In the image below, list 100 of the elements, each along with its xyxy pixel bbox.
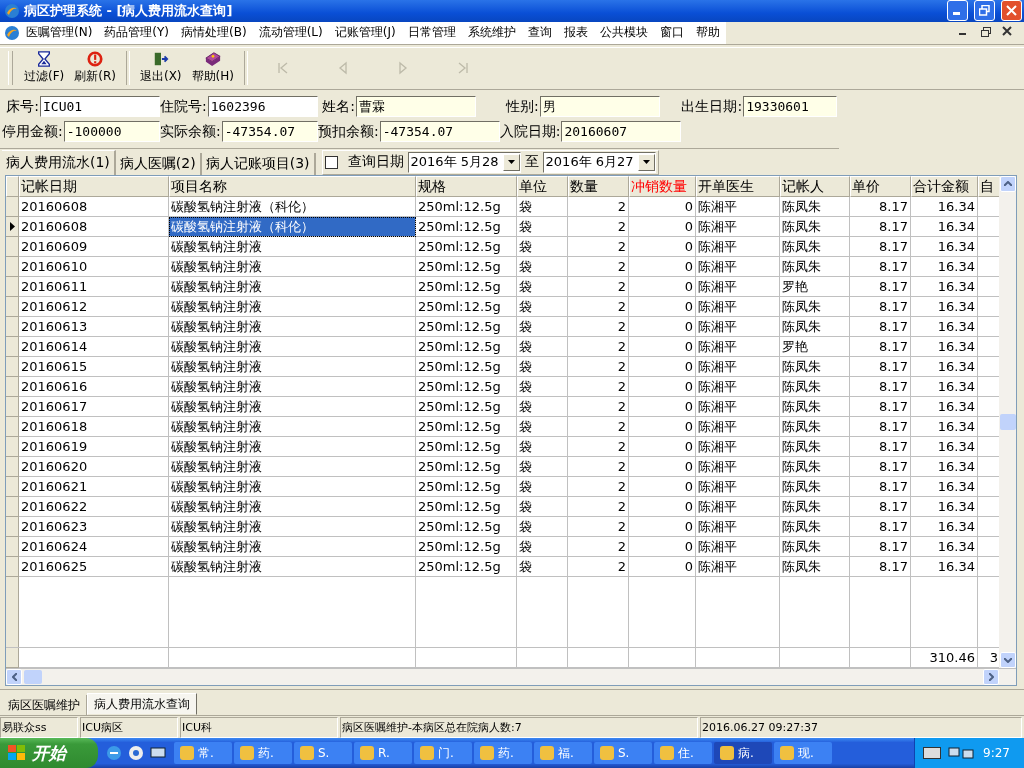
current-row-icon — [9, 221, 15, 231]
table-cell: 陈湘平 — [696, 416, 780, 437]
menu-item[interactable]: 窗口 — [653, 24, 690, 42]
browser-icon[interactable] — [106, 745, 122, 761]
menu-item[interactable]: 查询 — [521, 24, 558, 42]
column-header[interactable]: 记帐日期 — [19, 175, 169, 197]
column-header[interactable]: 单价 — [850, 175, 911, 197]
table-cell: 碳酸氢钠注射液 — [169, 476, 416, 497]
scroll-thumb[interactable] — [999, 413, 1016, 430]
table-cell: 16.34 — [911, 456, 978, 477]
menu-item[interactable]: 帮助 — [689, 24, 726, 42]
table-cell: 250ml:12.5g — [416, 456, 517, 477]
table-cell: 碳酸氢钠注射液（科伦） — [169, 216, 416, 237]
vertical-scrollbar[interactable] — [999, 175, 1016, 668]
table-cell: 0 — [629, 456, 696, 477]
field-label: 床号: — [6, 97, 40, 116]
tab[interactable]: 病人费用流水(1) — [2, 149, 116, 175]
table-cell: 8.17 — [850, 196, 911, 217]
table-cell: 陈凤朱 — [780, 516, 850, 537]
taskbar-button[interactable]: R. — [354, 742, 412, 764]
table-cell: 陈凤朱 — [780, 436, 850, 457]
table-cell: 陈湘平 — [696, 236, 780, 257]
taskbar-button[interactable]: 住. — [654, 742, 712, 764]
taskbar-button[interactable]: 现. — [774, 742, 832, 764]
field-label: 预扣余额: — [318, 122, 380, 141]
date-picker[interactable]: 2016年 6月27 — [542, 151, 656, 173]
table-cell: 陈湘平 — [696, 336, 780, 357]
table-cell: 250ml:12.5g — [416, 196, 517, 217]
column-header[interactable]: 合计金额 — [911, 175, 978, 197]
table-cell: 陈凤朱 — [780, 476, 850, 497]
table-cell: 16.34 — [911, 396, 978, 417]
exit-button[interactable]: 退出(X) — [136, 49, 185, 88]
table-cell: 0 — [629, 316, 696, 337]
taskbar-button[interactable]: S. — [594, 742, 652, 764]
table-cell: 16.34 — [911, 536, 978, 557]
table-cell: 8.17 — [850, 536, 911, 557]
menu-item[interactable]: 系统维护 — [461, 24, 522, 42]
table-cell: 袋 — [517, 276, 568, 297]
taskbar-button[interactable]: 福. — [534, 742, 592, 764]
menu-item[interactable]: 公共模块 — [593, 24, 654, 42]
window-tab[interactable]: 病人费用流水查询 — [87, 693, 197, 715]
menu-item[interactable]: 药品管理(Y) — [98, 24, 176, 42]
horizontal-scrollbar[interactable] — [6, 668, 1016, 685]
desktop-icon[interactable] — [150, 745, 166, 761]
table-cell: 250ml:12.5g — [416, 556, 517, 577]
table-cell: 碳酸氢钠注射液 — [169, 316, 416, 337]
taskbar-button[interactable]: 药. — [474, 742, 532, 764]
value-field[interactable]: -47354.07 — [221, 121, 318, 143]
taskbar-button[interactable]: 常. — [174, 742, 232, 764]
column-header[interactable]: 记帐人 — [780, 175, 850, 197]
table-cell: 250ml:12.5g — [416, 356, 517, 377]
date-picker[interactable]: 2016年 5月28 — [407, 151, 521, 173]
keyboard-icon[interactable] — [923, 747, 942, 759]
menu-item[interactable]: 报表 — [557, 24, 594, 42]
table-cell: 陈湘平 — [696, 216, 780, 237]
scroll-thumb[interactable] — [24, 670, 42, 684]
value-field[interactable]: ICU01 — [40, 96, 160, 118]
taskbar-button[interactable]: 病. — [714, 742, 772, 764]
checkbox-label: 查询日期 — [347, 153, 404, 172]
column-header[interactable]: 项目名称 — [169, 175, 416, 197]
checkbox[interactable] — [324, 155, 338, 169]
menu-item[interactable]: 病情处理(B) — [175, 24, 253, 42]
taskbar-button[interactable]: 药. — [234, 742, 292, 764]
restore-button[interactable] — [974, 0, 995, 22]
value-field[interactable]: 19330601 — [743, 96, 838, 118]
minimize-button[interactable] — [947, 0, 968, 22]
status-text: ICU科 — [180, 717, 338, 738]
filter-button[interactable]: 过滤(F) — [21, 49, 68, 88]
value-field[interactable]: 男 — [539, 96, 660, 118]
menu-item[interactable]: 医嘱管理(N) — [20, 24, 99, 42]
help-button[interactable]: 帮助(H) — [188, 49, 237, 88]
value-field[interactable]: 20160607 — [561, 121, 682, 143]
menu-item[interactable]: 日常管理 — [401, 24, 462, 42]
start-button[interactable]: 开始 — [0, 738, 98, 768]
table-cell: 陈凤朱 — [780, 316, 850, 337]
table-cell: 2 — [568, 236, 629, 257]
column-header[interactable]: 规格 — [416, 175, 517, 197]
refresh-button[interactable]: 刷新(R) — [71, 49, 119, 88]
taskbar-button[interactable]: S. — [294, 742, 352, 764]
table-cell: 袋 — [517, 476, 568, 497]
table-cell: 碳酸氢钠注射液 — [169, 356, 416, 377]
table-cell: 2 — [568, 256, 629, 277]
menu-item[interactable]: 记账管理(J) — [328, 24, 402, 42]
value-field[interactable]: -47354.07 — [379, 121, 500, 143]
app-icon — [360, 746, 374, 760]
menu-item[interactable]: 流动管理(L) — [252, 24, 329, 42]
table-cell: 碳酸氢钠注射液 — [169, 556, 416, 577]
value-field[interactable]: -100000 — [63, 121, 160, 143]
table-cell: 陈湘平 — [696, 376, 780, 397]
taskbar-button[interactable]: 门. — [414, 742, 472, 764]
value-field[interactable]: 曹霖 — [356, 96, 476, 118]
browser-icon[interactable] — [128, 745, 144, 761]
column-header[interactable]: 单位 — [517, 175, 568, 197]
column-header[interactable]: 数量 — [568, 175, 629, 197]
value-field[interactable]: 1602396 — [207, 96, 318, 118]
table-cell: 陈湘平 — [696, 476, 780, 497]
table-cell: 陈凤朱 — [780, 396, 850, 417]
table-cell: 0 — [629, 436, 696, 457]
column-header[interactable]: 开单医生 — [696, 175, 780, 197]
close-button[interactable] — [1001, 0, 1022, 22]
